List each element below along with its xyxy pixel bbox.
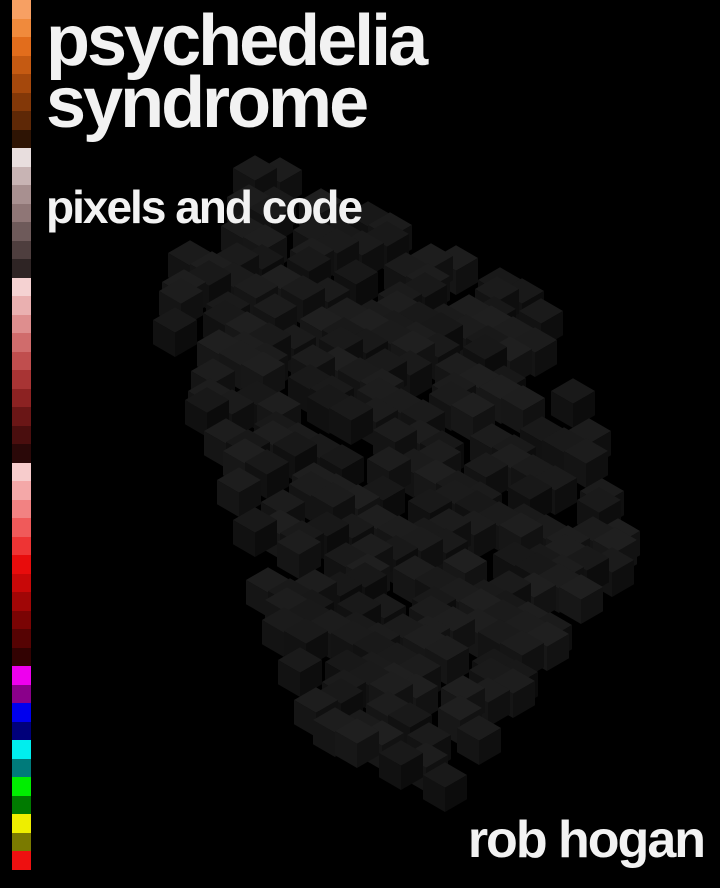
title-line-2: syndrome	[46, 63, 369, 143]
book-subtitle: pixels and code	[46, 181, 363, 233]
palette-swatch	[12, 351, 31, 370]
palette-swatch	[12, 721, 31, 740]
palette-swatch	[12, 111, 31, 130]
author-name: rob hogan	[467, 811, 706, 869]
palette-swatch	[12, 314, 31, 333]
palette-swatch	[12, 259, 31, 278]
palette-swatch	[12, 74, 31, 93]
palette-swatch	[12, 703, 31, 722]
palette-swatch	[12, 55, 31, 74]
palette-swatch	[12, 777, 31, 796]
palette-swatch	[12, 573, 31, 592]
palette-swatch	[12, 592, 31, 611]
palette-swatch	[12, 18, 31, 37]
palette-swatch	[12, 425, 31, 444]
palette-swatch	[12, 407, 31, 426]
palette-swatch	[12, 148, 31, 167]
palette-swatch	[12, 758, 31, 777]
palette-swatch	[12, 832, 31, 851]
palette-swatch	[12, 370, 31, 389]
palette-swatch	[12, 462, 31, 481]
palette-swatch	[12, 851, 31, 870]
palette-swatch	[12, 129, 31, 148]
palette-swatch	[12, 481, 31, 500]
palette-swatch	[12, 499, 31, 518]
palette-swatch	[12, 222, 31, 241]
palette-swatch	[12, 684, 31, 703]
palette-swatch	[12, 166, 31, 185]
palette-swatch	[12, 666, 31, 685]
palette-swatch	[12, 277, 31, 296]
palette-swatch	[12, 518, 31, 537]
palette-swatch	[12, 814, 31, 833]
palette-swatch	[12, 37, 31, 56]
color-palette-strip	[12, 0, 31, 888]
palette-swatch	[12, 203, 31, 222]
palette-swatch	[12, 555, 31, 574]
palette-swatch	[12, 610, 31, 629]
palette-swatch	[12, 536, 31, 555]
palette-swatch	[12, 296, 31, 315]
book-title: psychedelia syndrome	[46, 5, 428, 143]
palette-swatch	[12, 795, 31, 814]
palette-swatch	[12, 629, 31, 648]
palette-swatch	[12, 333, 31, 352]
palette-swatch	[12, 444, 31, 463]
palette-swatch	[12, 740, 31, 759]
book-cover: psychedelia syndrome pixels and code rob…	[0, 0, 720, 888]
palette-swatch	[12, 240, 31, 259]
palette-swatch	[12, 0, 31, 19]
palette-swatch	[12, 92, 31, 111]
palette-swatch	[12, 388, 31, 407]
palette-swatch	[12, 185, 31, 204]
palette-swatch	[12, 647, 31, 666]
